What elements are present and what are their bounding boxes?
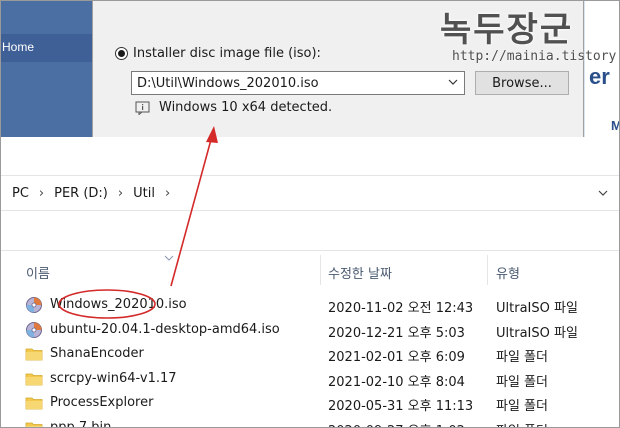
file-date: 2021-02-10 오후 8:04 — [328, 374, 465, 390]
detected-text: Windows 10 x64 detected. — [159, 100, 333, 115]
file-type: 파일 폴더 — [496, 374, 548, 390]
breadcrumb-separator-icon[interactable]: › — [114, 186, 127, 201]
column-divider[interactable] — [487, 255, 488, 285]
iso-radio-option[interactable]: Installer disc image file (iso): — [115, 46, 321, 61]
folder-icon — [25, 422, 43, 428]
file-name: ppp 7.bin — [50, 419, 112, 428]
folder-icon — [25, 373, 43, 385]
column-header-date[interactable]: 수정한 날짜 — [328, 263, 392, 282]
file-type: 파일 폴더 — [496, 399, 548, 414]
browse-button[interactable]: Browse... — [475, 71, 569, 95]
iso-path-select[interactable]: D:\Util\Windows_202010.iso — [131, 71, 465, 95]
file-type: 파일 폴더 — [496, 350, 548, 365]
file-type: 파일 폴더 — [496, 420, 548, 428]
detection-status: Windows 10 x64 detected. — [135, 100, 332, 115]
file-date: 2020-09-27 오후 1:02 — [328, 420, 465, 428]
sort-indicator-icon — [164, 255, 174, 261]
file-date: 2020-05-31 오후 11:13 — [328, 399, 474, 414]
folder-row[interactable]: scrcpy-win64-v1.17 2021-02-10 오후 8:04 파일… — [0, 367, 620, 392]
chevron-down-icon[interactable] — [448, 77, 458, 87]
file-name: ProcessExplorer — [50, 395, 154, 410]
file-date: 2020-11-02 오전 12:43 — [328, 301, 474, 316]
folder-icon — [25, 397, 43, 410]
brand-mac: Mac — [611, 118, 620, 133]
file-name: Windows_202010.iso — [50, 297, 187, 312]
disc-icon — [26, 297, 42, 313]
address-dropdown-icon[interactable] — [598, 188, 608, 198]
folder-row[interactable]: ppp 7.bin 2020-09-27 오후 1:02 파일 폴더 — [0, 416, 620, 428]
column-headers: 이름 수정한 날짜 유형 — [0, 255, 620, 285]
info-bubble-icon — [135, 101, 150, 115]
file-row[interactable]: Windows_202010.iso 2020-11-02 오전 12:43 U… — [0, 293, 620, 318]
radio-button-selected[interactable] — [115, 47, 128, 60]
file-date: 2020-12-21 오후 5:03 — [328, 325, 465, 341]
file-name: ubuntu-20.04.1-desktop-amd64.iso — [50, 321, 280, 337]
column-divider[interactable] — [320, 255, 321, 285]
watermark-korean: 녹두장군 — [440, 10, 574, 50]
installer-window: Home Installer disc image file (iso): D:… — [0, 0, 620, 137]
column-header-name[interactable]: 이름 — [26, 263, 50, 282]
breadcrumb-pc[interactable]: PC — [6, 186, 35, 201]
breadcrumb-folder[interactable]: Util — [127, 186, 161, 201]
file-explorer: PC › PER (D:) › Util › 이름 수정한 날짜 유형 Wind… — [0, 137, 620, 428]
blog-watermark: 녹두장군 http://mainia.tistory.com — [440, 2, 620, 64]
brand-word: er — [589, 64, 610, 89]
file-row[interactable]: ubuntu-20.04.1-desktop-amd64.iso 2020-12… — [0, 318, 620, 343]
file-type: UltraISO 파일 — [496, 301, 578, 316]
file-date: 2021-02-01 오후 6:09 — [328, 350, 465, 365]
iso-path-value: D:\Util\Windows_202010.iso — [137, 75, 319, 91]
watermark-url: http://mainia.tistory.com — [452, 49, 620, 64]
column-header-type[interactable]: 유형 — [496, 263, 520, 282]
folder-icon — [25, 348, 43, 361]
file-list: Windows_202010.iso 2020-11-02 오전 12:43 U… — [0, 293, 620, 428]
file-name: scrcpy-win64-v1.17 — [50, 370, 177, 386]
breadcrumb-separator-icon[interactable]: › — [35, 186, 48, 201]
radio-label: Installer disc image file (iso): — [133, 46, 321, 61]
file-type: UltraISO 파일 — [496, 325, 578, 341]
search-toolbar-row — [0, 211, 620, 251]
breadcrumb-separator-icon[interactable]: › — [161, 186, 174, 201]
folder-row[interactable]: ProcessExplorer 2020-05-31 오후 11:13 파일 폴… — [0, 391, 620, 416]
home-label[interactable]: Home — [2, 40, 34, 54]
folder-row[interactable]: ShanaEncoder 2021-02-01 오후 6:09 파일 폴더 — [0, 342, 620, 367]
left-nav-panel: Home — [0, 0, 92, 137]
file-name: ShanaEncoder — [50, 346, 144, 361]
disc-icon — [26, 321, 42, 338]
breadcrumb-drive[interactable]: PER (D:) — [48, 186, 114, 201]
address-bar[interactable]: PC › PER (D:) › Util › — [0, 175, 620, 211]
